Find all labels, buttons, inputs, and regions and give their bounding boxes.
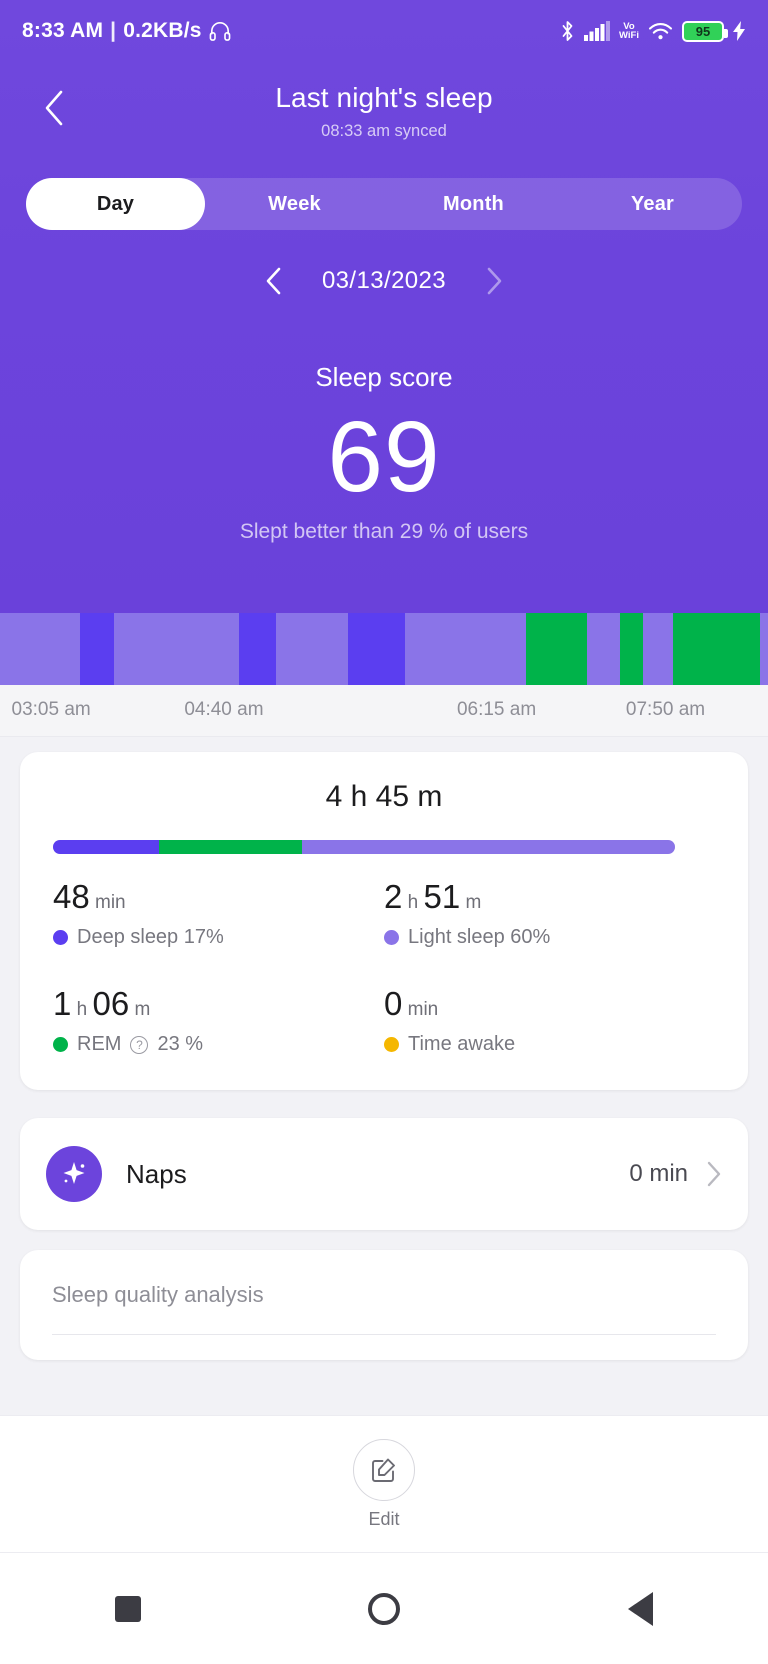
sleep-bar-segment: [53, 840, 159, 854]
hypnogram-chart[interactable]: [0, 613, 768, 685]
stats-spacer: [53, 949, 715, 983]
stat-deep-sleep-label-row: Deep sleep 17%: [53, 926, 384, 949]
time-tick-label: 04:40 am: [184, 699, 264, 720]
tab-year[interactable]: Year: [563, 178, 742, 230]
time-tick-label: 03:05 am: [11, 699, 91, 720]
cellular-signal-icon: [584, 21, 611, 41]
hypnogram-segment-rem: [619, 613, 643, 685]
sleep-score-comparison: Slept better than 29 % of users: [239, 520, 529, 543]
page-title: Last night's sleep: [275, 82, 493, 113]
sleep-score-value: 69: [327, 401, 441, 513]
charging-bolt-icon: [733, 21, 746, 41]
time-tick-label: 07:50 am: [625, 699, 706, 720]
status-network-speed: 0.2KB/s: [123, 19, 202, 42]
divider: [52, 1334, 716, 1335]
hypnogram-segment-light: [642, 613, 673, 685]
stats-row-2: 1 h 06 m REM ? 23 % 0 min Time awake: [53, 983, 715, 1056]
page-header: Last night's sleep 08:33 am synced: [0, 62, 768, 172]
stat-deep-sleep-label: Deep sleep 17%: [77, 926, 224, 948]
naps-chevron-right-icon[interactable]: [706, 1161, 722, 1187]
total-sleep-duration: 4 h 45 m: [325, 780, 443, 813]
stat-deep-sleep: 48 min Deep sleep 17%: [53, 876, 384, 949]
hypnogram-segment-light: [760, 613, 768, 685]
stat-time-awake-label: Time awake: [408, 1033, 516, 1055]
bottom-toolbar: Edit: [0, 1415, 768, 1552]
app-screen: 8:33 AM | 0.2KB/s Vo WiFi 95 Last night'…: [0, 0, 768, 1664]
tab-month[interactable]: Month: [384, 178, 563, 230]
headphone-icon: [209, 21, 231, 41]
square-recents-icon[interactable]: [80, 1553, 176, 1664]
circle-home-icon[interactable]: [336, 1553, 432, 1664]
next-day-button[interactable]: [480, 267, 508, 295]
stat-light-sleep: 2 h 51 m Light sleep 60%: [384, 876, 715, 949]
hypnogram-segment-light: [587, 613, 620, 685]
stat-light-sleep-label: Light sleep 60%: [408, 926, 551, 948]
status-bar-left: 8:33 AM | 0.2KB/s: [22, 19, 231, 43]
stat-rem-label-post: 23 %: [157, 1033, 204, 1055]
light-sleep-dot-icon: [384, 930, 399, 945]
hypnogram-segment-deep: [238, 613, 276, 685]
hypnogram-segment-light: [405, 613, 527, 685]
wifi-icon: [648, 21, 673, 41]
stat-time-awake: 0 min Time awake: [384, 983, 715, 1056]
edit-button[interactable]: [353, 1438, 415, 1501]
rem-dot-icon: [53, 1037, 68, 1052]
stats-row-1: 48 min Deep sleep 17% 2 h 51 m Light sle…: [53, 876, 715, 949]
previous-day-button[interactable]: [260, 267, 288, 295]
sleep-quality-analysis-card[interactable]: Sleep quality analysis: [20, 1250, 748, 1360]
stat-rem: 1 h 06 m REM ? 23 %: [53, 983, 384, 1056]
stat-deep-sleep-value: 48 min: [53, 878, 126, 915]
status-time: 8:33 AM: [22, 19, 104, 42]
sleep-bar-segment: [301, 840, 675, 854]
sleep-stage-bar: [53, 840, 675, 854]
sparkle-star-icon: [46, 1146, 102, 1202]
stat-rem-label-row: REM ? 23 %: [53, 1033, 384, 1056]
stat-light-sleep-label-row: Light sleep 60%: [384, 926, 715, 949]
hypnogram-segment-rem: [526, 613, 588, 685]
time-tick-label: 06:15 am: [456, 699, 537, 720]
status-bar: 8:33 AM | 0.2KB/s Vo WiFi 95: [0, 0, 768, 62]
battery-icon: 95: [682, 20, 728, 42]
hypnogram-segment-rem: [672, 613, 761, 685]
sleep-bar-segment: [158, 840, 302, 854]
status-bar-right: Vo WiFi 95: [560, 20, 746, 42]
battery-level: 95: [695, 23, 711, 39]
period-tabs: Day Week Month Year: [26, 178, 742, 230]
hypnogram-segment-light: [113, 613, 239, 685]
chevron-right-icon: [487, 267, 502, 295]
hypnogram-segment-light: [0, 613, 80, 685]
sleep-quality-analysis-title: Sleep quality analysis: [52, 1282, 264, 1307]
selected-date[interactable]: 03/13/2023: [322, 267, 446, 295]
edit-label: Edit: [368, 1508, 400, 1529]
hypnogram-segment-deep: [79, 613, 114, 685]
naps-value: 0 min: [629, 1160, 688, 1187]
triangle-back-icon[interactable]: [592, 1553, 688, 1664]
sleep-summary-card: 4 h 45 m 48 min Deep sleep 17% 2 h 51 m: [20, 752, 748, 1090]
stat-rem-label-pre: REM: [77, 1033, 122, 1055]
tab-day[interactable]: Day: [26, 178, 205, 230]
status-separator: |: [110, 19, 117, 42]
bluetooth-icon: [560, 20, 575, 42]
help-question-icon[interactable]: ?: [130, 1035, 149, 1054]
time-awake-dot-icon: [384, 1037, 399, 1052]
stat-time-awake-label-row: Time awake: [384, 1033, 715, 1056]
sync-status: 08:33 am synced: [321, 122, 447, 140]
hypnogram-time-axis: 03:05 am 04:40 am 06:15 am 07:50 am: [0, 685, 768, 737]
chevron-left-icon: [266, 267, 281, 295]
sleep-stage-stats: 48 min Deep sleep 17% 2 h 51 m Light sle…: [53, 876, 715, 1056]
date-selector: 03/13/2023: [0, 258, 768, 304]
edit-pencil-square-icon: [372, 1458, 395, 1482]
sleep-score-label: Sleep score: [315, 362, 453, 392]
stat-time-awake-value: 0 min: [384, 985, 439, 1022]
naps-card[interactable]: Naps 0 min: [20, 1118, 748, 1230]
deep-sleep-dot-icon: [53, 930, 68, 945]
tab-week[interactable]: Week: [205, 178, 384, 230]
vowifi-icon: Vo WiFi: [619, 20, 639, 41]
stat-rem-value: 1 h 06 m: [53, 985, 151, 1022]
hypnogram-segment-light: [275, 613, 348, 685]
stat-light-sleep-value: 2 h 51 m: [384, 878, 482, 915]
naps-label: Naps: [126, 1158, 187, 1189]
android-navigation-bar: [0, 1552, 768, 1664]
hypnogram-segment-deep: [347, 613, 406, 685]
